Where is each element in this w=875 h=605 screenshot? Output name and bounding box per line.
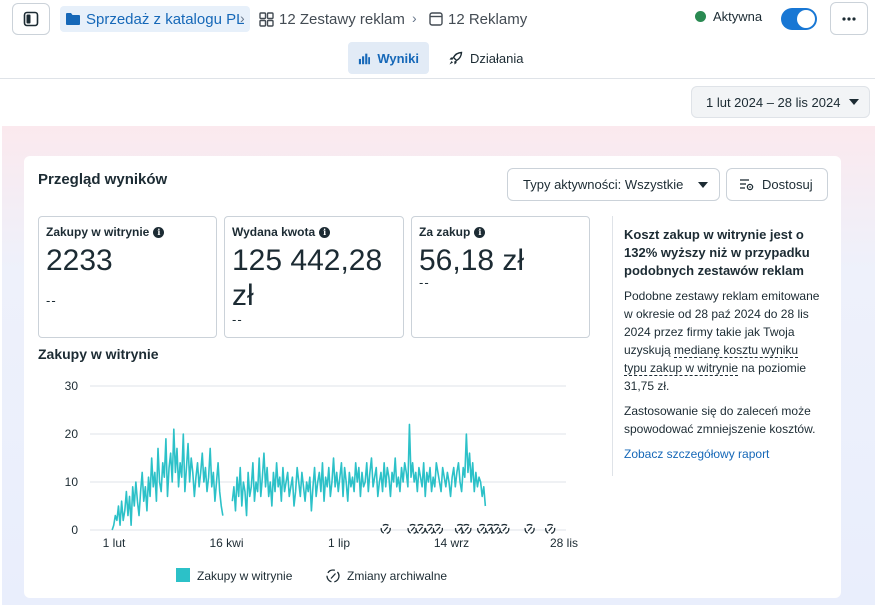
insight-body: Podobne zestawy reklam emitowane w okres…	[624, 287, 824, 395]
tab-results[interactable]: Wyniki	[348, 42, 429, 74]
sidebar-toggle-button[interactable]	[12, 3, 50, 35]
status-label: Aktywna	[713, 9, 763, 24]
legend-label: Zmiany archiwalne	[347, 569, 447, 583]
more-options-button[interactable]	[830, 2, 868, 35]
folder-icon	[66, 13, 80, 25]
grid-icon	[259, 11, 274, 27]
metric-card-spend[interactable]: Wydana kwota i 125 442,28 zł --	[224, 216, 404, 338]
tab-results-label: Wyniki	[377, 50, 419, 66]
series-line	[231, 423, 487, 517]
customize-settings-icon	[740, 179, 754, 191]
metric-label: Za zakup	[419, 225, 471, 239]
caret-down-icon	[849, 99, 859, 105]
metric-comparison: --	[419, 275, 430, 290]
metric-comparison: --	[46, 293, 57, 308]
tab-actions[interactable]: Działania	[438, 42, 533, 74]
x-tick-label: 1 lut	[103, 536, 126, 550]
metric-label-row: Wydana kwota i	[232, 225, 331, 239]
y-tick-label: 20	[65, 427, 79, 441]
archive-change-legend-icon	[326, 569, 340, 583]
metric-label-row: Za zakup i	[419, 225, 486, 239]
archive-change-marker[interactable]	[380, 523, 391, 535]
insight-divider	[612, 216, 613, 476]
chevron-right-icon: ›	[240, 10, 245, 26]
breadcrumb-adsets[interactable]: 12 Zestawy reklam	[259, 6, 405, 32]
top-bar: Sprzedaż z katalogu PL › 12 Zestawy rekl…	[0, 0, 875, 38]
caret-down-icon	[698, 182, 708, 188]
metric-comparison: --	[232, 312, 243, 327]
metric-label: Zakupy w witrynie	[46, 225, 150, 239]
more-dots-icon	[842, 16, 856, 21]
x-tick-label: 16 kwi	[209, 536, 243, 550]
breadcrumb-ads-label: 12 Reklamy	[448, 10, 528, 28]
breadcrumb-campaign-label: Sprzedaż z katalogu PL	[86, 10, 245, 28]
legend-swatch	[176, 568, 190, 582]
archive-change-marker[interactable]	[415, 523, 426, 535]
y-tick-label: 30	[65, 379, 79, 393]
breadcrumb-ads[interactable]: 12 Reklamy	[429, 6, 527, 32]
active-toggle[interactable]	[781, 8, 817, 30]
metric-card-cost-per-purchase[interactable]: Za zakup i 56,18 zł --	[411, 216, 590, 338]
activity-type-filter-label: Typy aktywności: Wszystkie	[523, 177, 684, 192]
archive-change-marker[interactable]	[524, 523, 535, 535]
card-title: Przegląd wyników	[38, 171, 168, 188]
header-divider	[0, 78, 875, 79]
toggle-knob	[797, 10, 815, 28]
detailed-report-link[interactable]: Zobacz szczegółowy raport	[624, 445, 824, 463]
archive-change-marker[interactable]	[499, 523, 510, 535]
info-icon[interactable]: i	[474, 226, 486, 238]
breadcrumb-campaign[interactable]: Sprzedaż z katalogu PL	[60, 6, 251, 32]
status-dot	[695, 11, 706, 22]
x-tick-label: 1 lip	[328, 536, 350, 550]
breadcrumb-adsets-label: 12 Zestawy reklam	[279, 10, 405, 28]
chevron-right-icon: ›	[412, 10, 417, 26]
customize-button[interactable]: Dostosuj	[726, 168, 828, 201]
archive-change-marker[interactable]	[461, 523, 472, 535]
metric-label: Wydana kwota	[232, 225, 316, 239]
info-icon[interactable]: i	[319, 226, 331, 238]
series-line	[111, 428, 224, 531]
metric-label-row: Zakupy w witrynie i	[46, 225, 165, 239]
date-range-picker[interactable]: 1 lut 2024 – 28 lis 2024	[691, 86, 870, 118]
bar-chart-icon	[358, 53, 371, 64]
metric-value: 125 442,28 zł	[232, 244, 383, 312]
delivery-status: Aktywna	[695, 9, 762, 24]
insight-heading: Koszt zakup w witrynie jest o 132% wyższ…	[624, 227, 810, 278]
rocket-icon	[449, 51, 463, 64]
legend-label: Zakupy w witrynie	[197, 569, 293, 583]
customize-label: Dostosuj	[762, 177, 813, 192]
metric-card-purchases[interactable]: Zakupy w witrynie i 2233 --	[38, 216, 217, 338]
sidebar-panel-icon	[23, 11, 39, 27]
metric-value: 2233	[46, 244, 113, 277]
y-tick-label: 10	[65, 475, 79, 489]
ad-window-icon	[429, 12, 443, 26]
y-tick-label: 0	[71, 523, 78, 537]
info-icon[interactable]: i	[153, 226, 165, 238]
archive-change-marker[interactable]	[432, 523, 444, 535]
x-tick-label: 14 wrz	[434, 536, 469, 550]
metric-value: 56,18 zł	[419, 244, 525, 277]
insight-recommendation: Zastosowanie się do zaleceń może spowodo…	[624, 404, 816, 436]
tab-actions-label: Działania	[470, 50, 524, 66]
activity-type-filter[interactable]: Typy aktywności: Wszystkie	[507, 168, 720, 201]
date-range-label: 1 lut 2024 – 28 lis 2024	[706, 94, 841, 110]
purchases-line-chart: 0 10 20 30 1 lut 16 kwi 1 lip 14 wrz 28 lis Zakup…	[65, 379, 578, 583]
x-tick-label: 28 lis	[550, 536, 578, 550]
archive-change-marker[interactable]	[545, 523, 556, 535]
chart-title: Zakupy w witrynie	[38, 346, 159, 362]
insight-panel: Koszt zakup w witrynie jest o 132% wyższ…	[624, 226, 824, 463]
